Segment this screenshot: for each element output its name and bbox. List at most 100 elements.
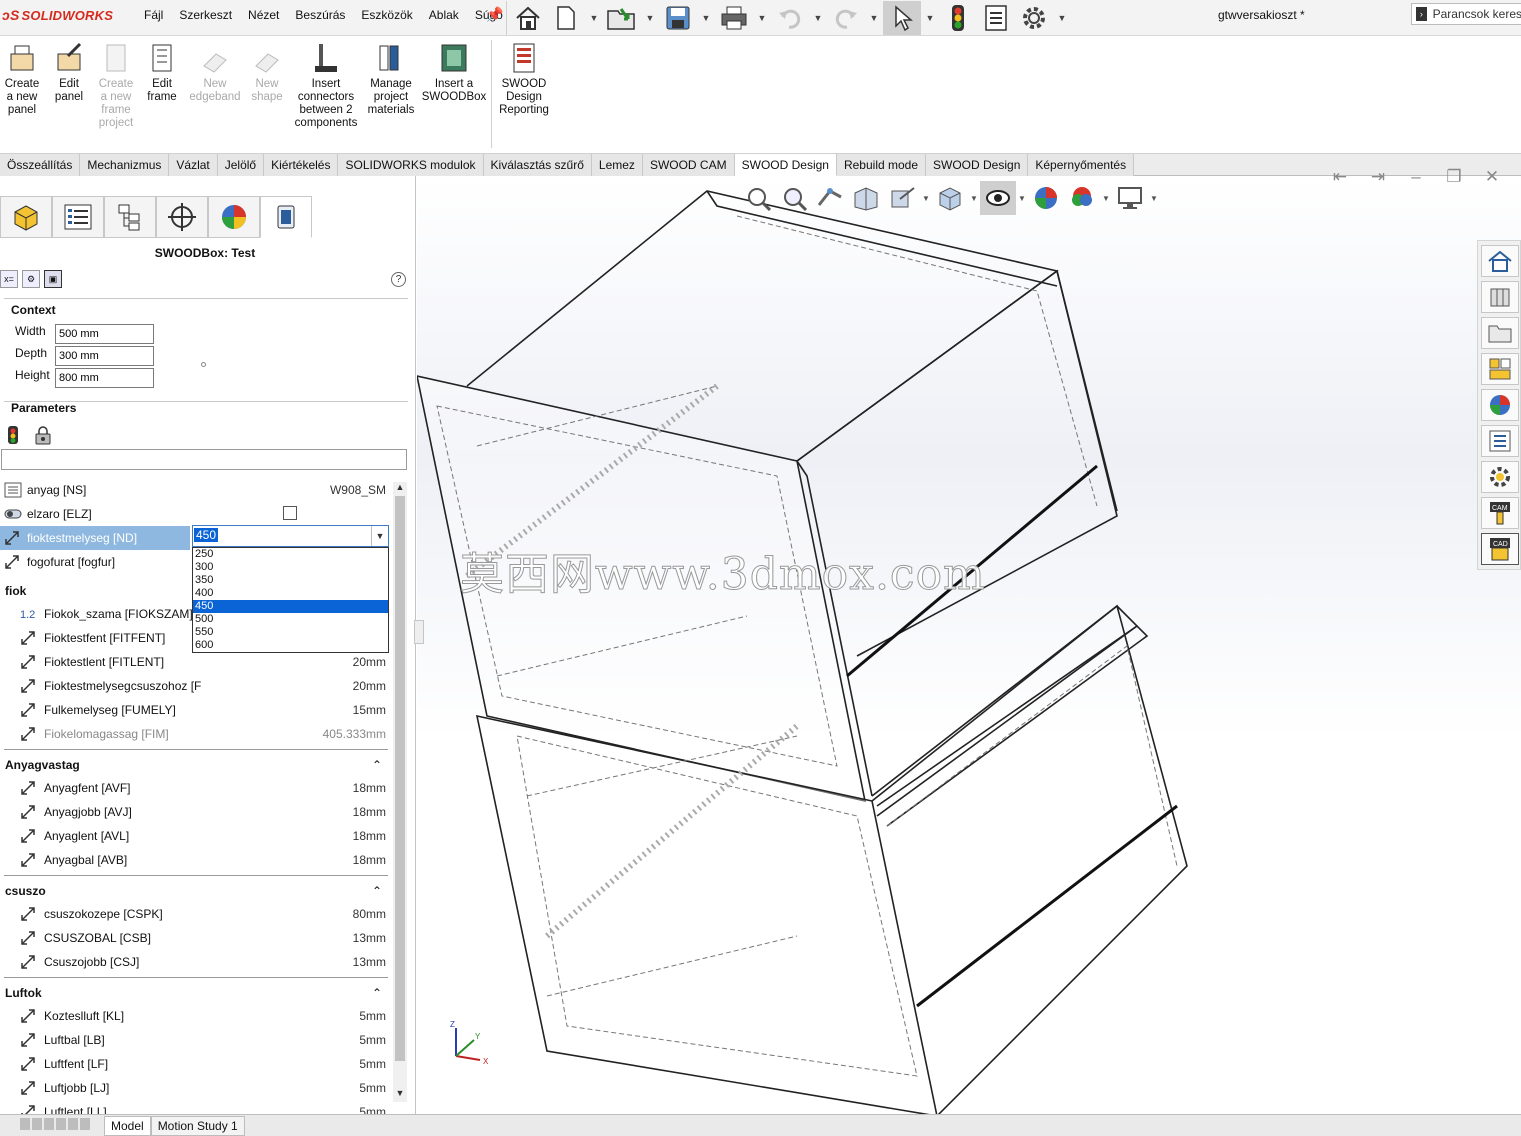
parameter-row-anyagbal-avb[interactable]: Anyagbal [AVB] 18mm <box>0 848 392 872</box>
panel-splitter-handle[interactable] <box>201 362 206 367</box>
menu-beszuras[interactable]: Beszúrás <box>287 8 353 22</box>
tab-lemez[interactable]: Lemez <box>591 154 643 176</box>
hide-show-dropdown[interactable]: ▼ <box>1016 194 1028 203</box>
ribbon-manage-project-materials-button[interactable]: Manage project materials <box>364 42 418 117</box>
dock-left-icon[interactable]: ⇤ <box>1328 166 1352 188</box>
zoom-to-area-icon[interactable] <box>776 181 812 215</box>
component-icon[interactable]: ⚙ <box>22 270 40 288</box>
new-document-icon[interactable] <box>547 1 585 35</box>
feature-manager-tab[interactable] <box>0 196 52 238</box>
collapse-chevron-icon[interactable]: ⌃ <box>372 986 382 1000</box>
display-style-dropdown[interactable]: ▼ <box>968 194 980 203</box>
ribbon-insert-connectors-between-2-components-button[interactable]: Insert connectors between 2 components <box>290 42 362 130</box>
tab-swood-cam[interactable]: SWOOD CAM <box>642 154 735 176</box>
fioktestmelyseg-combo[interactable]: 450 ▼ <box>192 525 389 547</box>
menu-fajl[interactable]: Fájl <box>136 8 171 22</box>
view-palette-icon[interactable] <box>1481 353 1519 385</box>
ribbon-new-shape-button[interactable]: New shape <box>246 42 288 104</box>
menu-ablak[interactable]: Ablak <box>421 8 467 22</box>
parameter-filter-input[interactable] <box>1 449 407 470</box>
swoodbox-icon[interactable]: ▣ <box>44 270 62 288</box>
parameter-row-anyagfent-avf[interactable]: Anyagfent [AVF] 18mm <box>0 776 392 800</box>
tab-kiertekeles[interactable]: Kiértékelés <box>264 154 339 176</box>
dock-right-icon[interactable]: ⇥ <box>1366 166 1390 188</box>
edit-appearance-icon[interactable] <box>1028 181 1064 215</box>
parameter-row-kozteslluft-kl[interactable]: Kozteslluft [KL] 5mm <box>0 1004 392 1028</box>
dropdown-option-400[interactable]: 400 <box>193 587 388 600</box>
parameter-row-anyag-ns[interactable]: anyag [NS] W908_SM <box>0 478 392 502</box>
redo-dropdown-arrow[interactable]: ▼ <box>865 13 883 23</box>
tab-scroll-arrows[interactable] <box>20 1117 104 1134</box>
parameter-row-luftfent-lf[interactable]: Luftfent [LF] 5mm <box>0 1052 392 1076</box>
graphics-area[interactable] <box>417 176 1521 1114</box>
select-cursor-icon[interactable] <box>883 1 921 35</box>
apply-scene-icon[interactable] <box>1064 181 1100 215</box>
panel-collapse-handle[interactable] <box>414 620 424 644</box>
scroll-thumb[interactable] <box>395 496 405 1061</box>
undo-icon[interactable] <box>771 1 809 35</box>
view-orientation-icon[interactable] <box>884 181 920 215</box>
context-width-input[interactable] <box>55 324 154 344</box>
appearances-scenes-icon[interactable] <box>1481 389 1519 421</box>
tab-jelolo[interactable]: Jelölő <box>217 154 265 176</box>
print-dropdown-arrow[interactable]: ▼ <box>753 13 771 23</box>
group-header-csuszo[interactable]: csuszo ⌃ <box>0 880 392 902</box>
select-dropdown-arrow[interactable]: ▼ <box>921 13 939 23</box>
ribbon-insert-a-swoodbox-button[interactable]: Insert a SWOODBox <box>420 42 488 104</box>
command-search-box[interactable]: › Parancsok keres <box>1411 3 1521 25</box>
view-orientation-dropdown[interactable]: ▼ <box>920 194 932 203</box>
close-icon[interactable]: ✕ <box>1480 166 1504 188</box>
tab-rebuild-mode[interactable]: Rebuild mode <box>836 154 927 176</box>
parameter-row-csuszokozepe-cspk[interactable]: csuszokozepe [CSPK] 80mm <box>0 902 392 926</box>
hide-show-items-icon[interactable] <box>980 181 1016 215</box>
menu-eszkozok[interactable]: Eszközök <box>353 8 420 22</box>
file-properties-icon[interactable] <box>977 1 1015 35</box>
chevron-down-icon[interactable]: ▼ <box>371 526 388 546</box>
parameter-row-luftbal-lb[interactable]: Luftbal [LB] 5mm <box>0 1028 392 1052</box>
context-depth-input[interactable] <box>55 346 154 366</box>
open-dropdown-arrow[interactable]: ▼ <box>641 13 659 23</box>
swood-tab[interactable] <box>260 196 312 238</box>
dropdown-option-550[interactable]: 550 <box>193 626 388 639</box>
swood-cam-icon[interactable]: CAM <box>1481 497 1519 529</box>
menu-nezet[interactable]: Nézet <box>240 8 287 22</box>
lock-parameters-icon[interactable] <box>33 425 53 448</box>
parameter-row-fioktestlent-fitlent[interactable]: Fioktestlent [FITLENT] 20mm <box>0 650 392 674</box>
file-explorer-icon[interactable] <box>1481 317 1519 349</box>
dropdown-option-600[interactable]: 600 <box>193 639 388 652</box>
display-manager-tab[interactable] <box>208 196 260 238</box>
undo-dropdown-arrow[interactable]: ▼ <box>809 13 827 23</box>
parameter-list-scrollbar[interactable]: ▲ ▼ <box>393 482 407 1102</box>
redo-icon[interactable] <box>827 1 865 35</box>
solidworks-resources-home-icon[interactable] <box>1481 245 1519 277</box>
print-icon[interactable] <box>715 1 753 35</box>
solidworks-logo[interactable]: ↄS SOLIDWORKS <box>2 7 113 23</box>
scroll-up-arrow[interactable]: ▲ <box>393 482 407 496</box>
dropdown-option-500[interactable]: 500 <box>193 613 388 626</box>
property-manager-tab[interactable] <box>52 196 104 238</box>
dimxpert-manager-tab[interactable] <box>156 196 208 238</box>
dropdown-option-250[interactable]: 250 <box>193 548 388 561</box>
group-header-luftok[interactable]: Luftok ⌃ <box>0 982 392 1004</box>
collapse-chevron-icon[interactable]: ⌃ <box>372 758 382 772</box>
section-view-icon[interactable] <box>848 181 884 215</box>
previous-view-icon[interactable] <box>812 181 848 215</box>
save-dropdown-arrow[interactable]: ▼ <box>697 13 715 23</box>
tab-mechanizmus[interactable]: Mechanizmus <box>80 154 170 176</box>
parameter-row-fioktestmelyseg-nd[interactable]: fioktestmelyseg [ND] <box>0 526 190 550</box>
bottom-tab-model[interactable]: Model <box>104 1115 151 1136</box>
help-icon[interactable]: ? <box>391 272 406 287</box>
tab-osszeallitas[interactable]: Összeállítás <box>0 154 81 176</box>
tab-swood-design-2[interactable]: SWOOD Design <box>926 154 1029 176</box>
display-style-icon[interactable] <box>932 181 968 215</box>
parameter-row-fiokelomagassag-fim[interactable]: Fiokelomagassag [FIM] 405.333mm <box>0 722 392 746</box>
parameter-row-anyaglent-avl[interactable]: Anyaglent [AVL] 18mm <box>0 824 392 848</box>
dropdown-option-450[interactable]: 450 <box>193 600 388 613</box>
open-icon[interactable] <box>603 1 641 35</box>
bottom-tab-motion-study-1[interactable]: Motion Study 1 <box>150 1115 245 1136</box>
options-dropdown-arrow[interactable]: ▼ <box>1053 13 1071 23</box>
swood-cad-icon[interactable]: CAD <box>1481 533 1519 565</box>
custom-properties-icon[interactable] <box>1481 425 1519 457</box>
ribbon-edit-panel-button[interactable]: Edit panel <box>48 42 90 104</box>
view-settings-icon[interactable] <box>1112 181 1148 215</box>
